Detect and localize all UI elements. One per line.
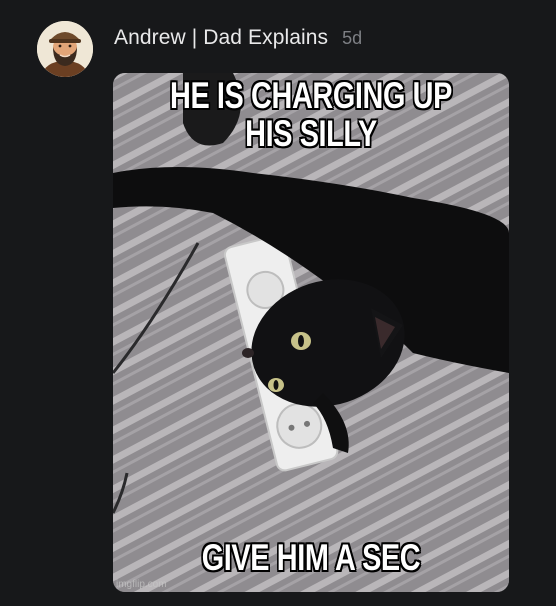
post-image[interactable]: HE IS CHARGING UP HIS SILLY GIVE HIM A S… <box>113 73 509 592</box>
bearded-man-avatar-icon <box>37 21 93 77</box>
author-name[interactable]: Andrew | Dad Explains <box>114 26 328 50</box>
imgflip-watermark: imgflip.com <box>116 579 167 590</box>
post: Andrew | Dad Explains 5d HE IS CHARGING … <box>0 0 556 606</box>
meme-top-text: HE IS CHARGING UP HIS SILLY <box>169 75 452 154</box>
post-header: Andrew | Dad Explains 5d <box>114 26 362 54</box>
meme-bottom-text: GIVE HIM A SEC <box>201 537 421 578</box>
author-avatar[interactable] <box>37 21 93 77</box>
post-timestamp[interactable]: 5d <box>342 28 362 49</box>
